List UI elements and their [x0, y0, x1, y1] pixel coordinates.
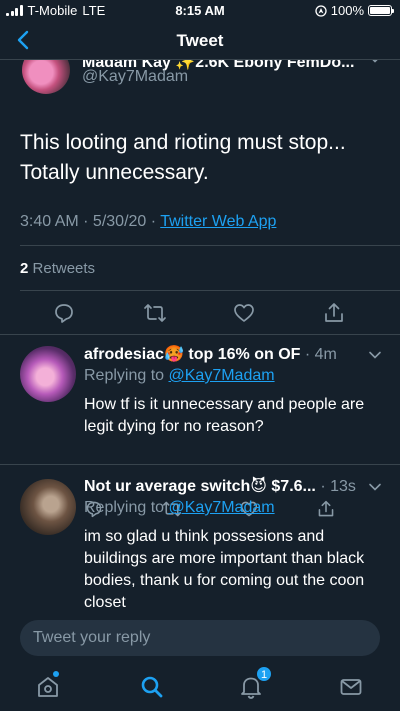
- tweet-timestamp: 3:40 AM · 5/30/20 ·: [20, 213, 161, 230]
- author-handle[interactable]: @Kay7Madam: [82, 68, 188, 86]
- tab-notifications[interactable]: 1: [238, 666, 272, 700]
- tab-bar: 1: [0, 662, 400, 711]
- tweet-author[interactable]: Madam Kay ✨2.6K Ebony FemDo... @Kay7Mada…: [0, 60, 400, 104]
- search-icon: [141, 676, 163, 698]
- chevron-down-icon[interactable]: [368, 60, 382, 66]
- divider: [0, 464, 400, 465]
- new-content-dot: [53, 671, 59, 677]
- reply-tweet[interactable]: Not ur average switch😈 $7.6... · 13s Rep…: [0, 476, 400, 610]
- notifications-badge: 1: [256, 666, 272, 682]
- reply-text: How tf is it unnecessary and people are …: [84, 396, 365, 435]
- messages-icon: [340, 679, 362, 695]
- share-button[interactable]: [323, 302, 345, 324]
- reply-icon: [55, 304, 73, 323]
- divider: [0, 334, 400, 335]
- divider: [20, 290, 400, 291]
- reply-text: im so glad u think possesions and buildi…: [84, 528, 365, 610]
- reply-compose-input[interactable]: Tweet your reply: [20, 620, 380, 656]
- status-bar: T-Mobile LTE 8:15 AM 100%: [0, 0, 400, 22]
- nav-header: Tweet: [0, 22, 400, 60]
- reply-tweet[interactable]: afrodesiac🥵 top 16% on OF · 4m Replying …: [0, 344, 400, 474]
- tweet-meta: 3:40 AM · 5/30/20 · Twitter Web App: [20, 213, 276, 231]
- compose-placeholder: Tweet your reply: [33, 629, 151, 646]
- retweet-count-link[interactable]: 2 Retweets: [20, 260, 95, 277]
- home-icon: [38, 677, 58, 697]
- avatar[interactable]: [22, 60, 70, 94]
- replying-to-link[interactable]: @Kay7Madam: [169, 499, 275, 516]
- retweet-count: 2: [20, 260, 29, 277]
- heart-icon: [234, 304, 254, 322]
- replying-to: Replying to @Kay7Madam: [84, 367, 275, 385]
- avatar[interactable]: [20, 346, 76, 402]
- retweet-button[interactable]: [143, 302, 167, 324]
- reply-time: · 4m: [304, 346, 337, 363]
- share-icon: [325, 303, 343, 322]
- replying-label: Replying to: [84, 499, 165, 516]
- retweet-label: Retweets: [32, 260, 96, 277]
- divider: [20, 245, 400, 246]
- reply-time: · 13s: [320, 478, 356, 495]
- replying-label: Replying to: [84, 367, 165, 384]
- tweet-thread[interactable]: Madam Kay ✨2.6K Ebony FemDo... @Kay7Mada…: [0, 60, 400, 610]
- retweet-icon: [144, 304, 166, 322]
- tab-home[interactable]: [35, 671, 61, 700]
- battery-percent: 100%: [330, 3, 364, 18]
- battery-icon: [368, 5, 394, 16]
- avatar[interactable]: [20, 479, 76, 535]
- replying-to-link[interactable]: @Kay7Madam: [169, 367, 275, 384]
- tweet-source-link[interactable]: Twitter Web App: [160, 213, 276, 230]
- location-icon: [315, 4, 327, 17]
- tab-messages[interactable]: [338, 674, 364, 700]
- reply-author-name[interactable]: afrodesiac🥵 top 16% on OF: [84, 346, 300, 363]
- page-title: Tweet: [176, 31, 224, 50]
- reply-author-name[interactable]: Not ur average switch😈 $7.6...: [84, 478, 316, 495]
- like-button[interactable]: [233, 302, 255, 324]
- chevron-down-icon[interactable]: [368, 480, 382, 494]
- reply-button[interactable]: [53, 302, 75, 324]
- tweet-text: This looting and rioting must stop... To…: [20, 131, 346, 184]
- tab-search[interactable]: [139, 674, 165, 700]
- chevron-down-icon[interactable]: [368, 348, 382, 362]
- replying-to: Replying to @Kay7Madam: [84, 499, 275, 517]
